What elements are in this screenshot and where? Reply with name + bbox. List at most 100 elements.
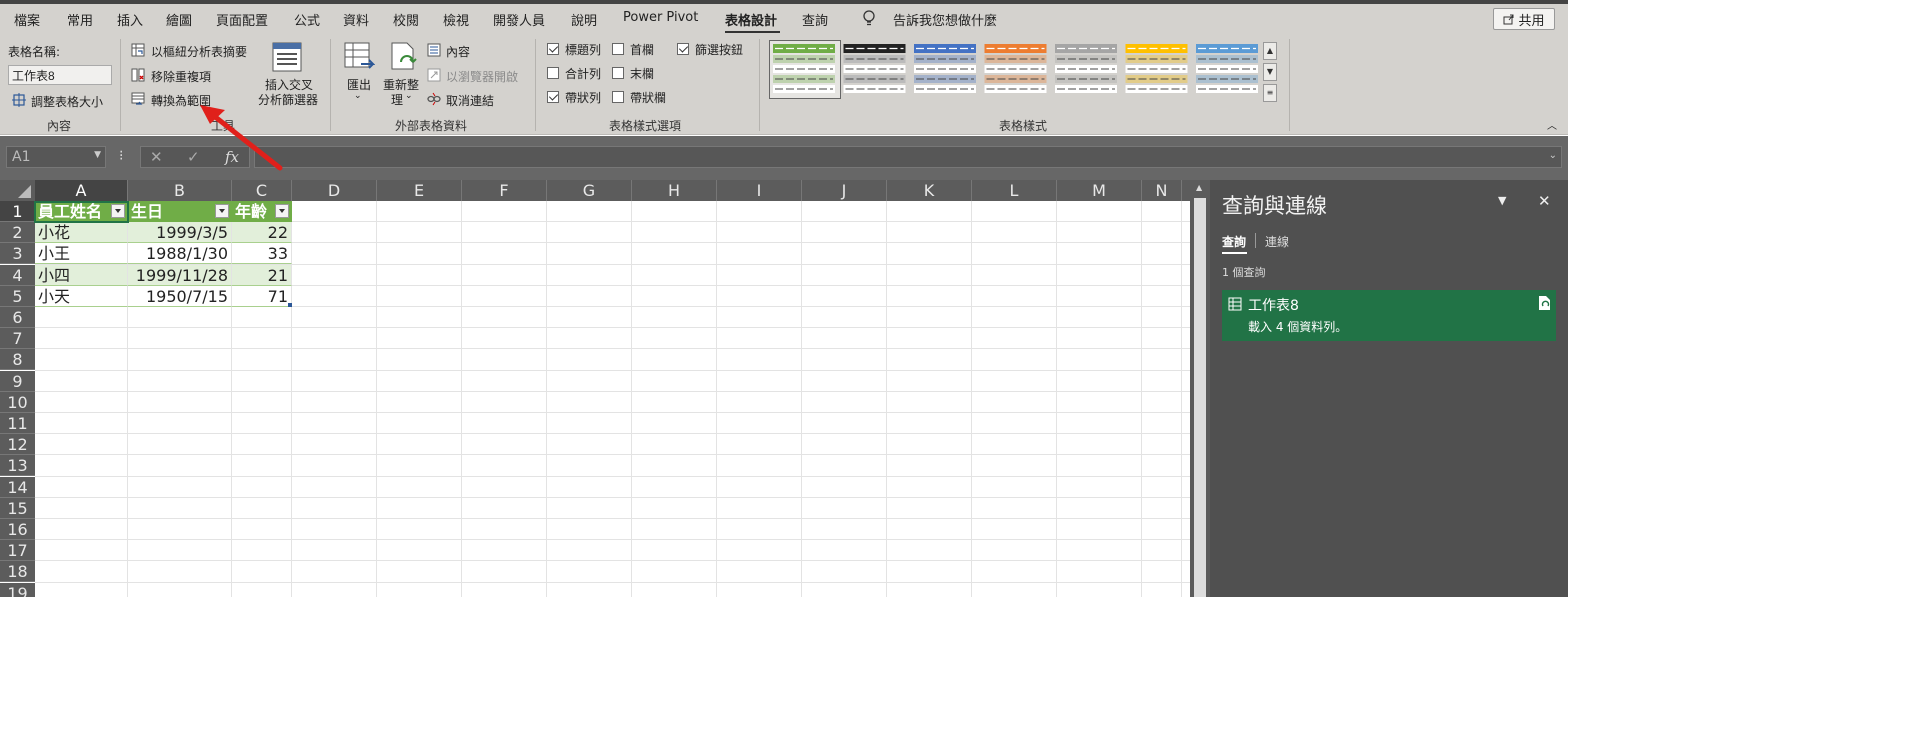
tab-page-layout[interactable]: 頁面配置 xyxy=(216,10,268,29)
filter-dropdown-icon[interactable] xyxy=(111,204,125,218)
refresh-button-label-2[interactable]: 理 xyxy=(391,91,403,108)
table-cell[interactable]: 1988/1/30 xyxy=(128,243,232,265)
tab-formulas[interactable]: 公式 xyxy=(294,10,320,29)
row-header-2[interactable]: 2 xyxy=(0,222,35,244)
tab-view[interactable]: 檢視 xyxy=(443,10,469,29)
row-header-11[interactable]: 11 xyxy=(0,413,35,434)
row-header-15[interactable]: 15 xyxy=(0,497,35,519)
row-header-5[interactable]: 5 xyxy=(0,285,35,307)
column-header-m[interactable]: M xyxy=(1057,180,1142,201)
tab-insert[interactable]: 插入 xyxy=(117,10,143,29)
banded-rows-checkbox[interactable] xyxy=(547,91,559,103)
insert-slicer-icon[interactable] xyxy=(271,42,303,72)
query-item[interactable]: 工作表8 載入 4 個資料列。 xyxy=(1222,290,1556,341)
refresh-icon[interactable] xyxy=(389,42,419,74)
total-row-checkbox[interactable] xyxy=(547,67,559,79)
tab-home[interactable]: 常用 xyxy=(67,10,93,29)
column-header-j[interactable]: J xyxy=(802,180,887,201)
tab-power-pivot[interactable]: Power Pivot xyxy=(623,10,698,25)
table-style-swatch[interactable] xyxy=(914,44,976,93)
resize-table-button[interactable]: 調整表格大小 xyxy=(31,93,103,110)
row-header-1[interactable]: 1 xyxy=(0,201,35,222)
row-header-3[interactable]: 3 xyxy=(0,243,35,265)
column-header-b[interactable]: B xyxy=(128,180,232,201)
unlink-button[interactable]: 取消連結 xyxy=(446,92,494,109)
worksheet-grid[interactable]: ABCDEFGHIJKLMN 1 2 3 4 5 6 7 8 9 10 11 12 13 14 15 16 17… xyxy=(0,180,1190,597)
table-cell[interactable]: 1999/11/28 xyxy=(128,264,232,286)
column-header-i[interactable]: I xyxy=(717,180,802,201)
tab-review[interactable]: 校閱 xyxy=(393,10,419,29)
column-header-d[interactable]: D xyxy=(292,180,377,201)
table-name-input[interactable] xyxy=(8,65,112,85)
tab-developer[interactable]: 開發人員 xyxy=(493,10,545,29)
select-all-corner[interactable] xyxy=(0,180,35,201)
column-header-a[interactable]: A xyxy=(35,180,128,201)
table-header-cell[interactable]: 生日 xyxy=(128,201,232,222)
first-column-checkbox[interactable] xyxy=(612,43,624,55)
formula-input[interactable]: ⌄ xyxy=(254,146,1562,168)
table-style-swatch[interactable] xyxy=(1125,44,1188,93)
table-resize-handle[interactable] xyxy=(288,303,292,307)
column-header-h[interactable]: H xyxy=(632,180,717,201)
row-header-10[interactable]: 10 xyxy=(0,391,35,413)
export-icon[interactable] xyxy=(343,42,375,72)
table-cell[interactable]: 小花 xyxy=(35,222,128,244)
name-box[interactable]: A1 ▼ xyxy=(6,146,106,168)
gallery-scroll-down-button[interactable]: ▼ xyxy=(1263,63,1277,81)
scrollbar-thumb[interactable] xyxy=(1194,198,1206,597)
table-style-swatch[interactable] xyxy=(1196,44,1258,93)
row-header-17[interactable]: 17 xyxy=(0,540,35,562)
pane-tab-connections[interactable]: 連線 xyxy=(1265,233,1289,250)
formula-bar-options-icon[interactable]: ⁝ xyxy=(119,148,123,164)
table-style-swatch[interactable] xyxy=(1055,44,1117,93)
open-in-browser-button[interactable]: 以瀏覽器開啟 xyxy=(446,68,518,85)
tab-data[interactable]: 資料 xyxy=(343,10,369,29)
expand-formula-chevron-icon[interactable]: ⌄ xyxy=(1549,150,1557,161)
column-header-e[interactable]: E xyxy=(377,180,462,201)
remove-duplicates-button[interactable]: 移除重複項 xyxy=(151,68,211,85)
table-style-gallery[interactable] xyxy=(773,44,1261,96)
table-style-swatch[interactable] xyxy=(843,44,906,93)
pane-options-chevron-icon[interactable]: ▼ xyxy=(1498,194,1506,207)
table-header-cell[interactable]: 員工姓名 xyxy=(35,201,128,222)
filter-dropdown-icon[interactable] xyxy=(215,204,229,218)
column-header-g[interactable]: G xyxy=(547,180,632,201)
last-column-checkbox[interactable] xyxy=(612,67,624,79)
tab-help[interactable]: 說明 xyxy=(571,10,597,29)
filter-button-checkbox[interactable] xyxy=(677,43,689,55)
column-header-f[interactable]: F xyxy=(462,180,547,201)
tab-file[interactable]: 檔案 xyxy=(14,10,40,29)
tab-table-design[interactable]: 表格設計 xyxy=(725,10,777,29)
gallery-more-button[interactable]: ≡ xyxy=(1263,84,1277,102)
row-header-18[interactable]: 18 xyxy=(0,561,35,583)
table-cell[interactable]: 小四 xyxy=(35,264,128,286)
pane-tab-queries[interactable]: 查詢 xyxy=(1222,233,1246,250)
column-header-c[interactable]: C xyxy=(232,180,292,201)
row-header-8[interactable]: 8 xyxy=(0,349,35,371)
table-header-cell[interactable]: 年齡 xyxy=(232,201,292,222)
table-style-swatch[interactable] xyxy=(773,44,835,93)
table-style-swatch[interactable] xyxy=(984,44,1047,93)
table-cell[interactable]: 1950/7/15 xyxy=(128,285,232,307)
row-header-4[interactable]: 4 xyxy=(0,264,35,286)
banded-columns-checkbox[interactable] xyxy=(612,91,624,103)
tell-me-search[interactable]: 告訴我您想做什麼 xyxy=(893,10,997,29)
row-header-6[interactable]: 6 xyxy=(0,307,35,328)
filter-dropdown-icon[interactable] xyxy=(275,204,289,218)
row-header-13[interactable]: 13 xyxy=(0,455,35,477)
table-cell[interactable]: 小天 xyxy=(35,285,128,307)
collapse-ribbon-icon[interactable]: ︿ xyxy=(1547,117,1557,132)
tab-draw[interactable]: 繪圖 xyxy=(166,10,192,29)
row-header-16[interactable]: 16 xyxy=(0,519,35,540)
export-chevron-down-icon[interactable]: ⌄ xyxy=(354,91,362,101)
row-header-7[interactable]: 7 xyxy=(0,328,35,350)
refresh-chevron-down-icon[interactable]: ⌄ xyxy=(405,91,413,101)
header-row-checkbox[interactable] xyxy=(547,43,559,55)
row-header-19[interactable]: 19 xyxy=(0,582,35,597)
pane-close-icon[interactable]: ✕ xyxy=(1538,192,1551,210)
table-cell[interactable]: 1999/3/5 xyxy=(128,222,232,244)
table-cell[interactable]: 小王 xyxy=(35,243,128,265)
table-cell[interactable]: 21 xyxy=(232,264,292,286)
cancel-icon[interactable]: ✕ xyxy=(150,148,163,166)
table-cell[interactable]: 71 xyxy=(232,285,292,307)
